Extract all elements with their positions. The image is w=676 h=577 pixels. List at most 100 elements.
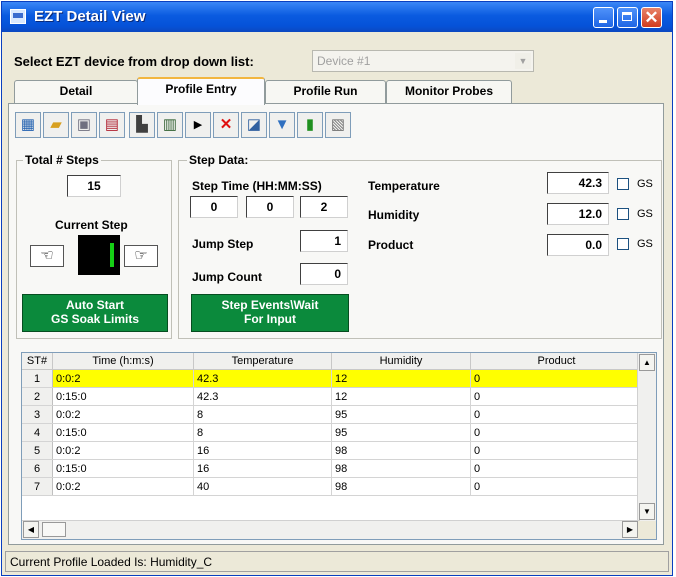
edit-icon[interactable]: ▥ bbox=[157, 112, 183, 138]
cell-product[interactable]: 0 bbox=[470, 441, 643, 460]
column-header-temperature[interactable]: Temperature bbox=[193, 353, 332, 370]
current-step-label: Current Step bbox=[55, 218, 128, 232]
humidity-label: Humidity bbox=[368, 208, 420, 222]
product-gs-label: GS bbox=[637, 238, 653, 250]
humidity-field[interactable]: 12.0 bbox=[547, 203, 609, 225]
product-field[interactable]: 0.0 bbox=[547, 234, 609, 256]
device-dropdown-value: Device #1 bbox=[317, 54, 371, 68]
cell-humidity[interactable]: 98 bbox=[331, 477, 471, 496]
upload-icon[interactable]: ▮ bbox=[297, 112, 323, 138]
delete-icon[interactable]: ✕ bbox=[213, 112, 239, 138]
tab-monitor-probes[interactable]: Monitor Probes bbox=[386, 80, 512, 103]
step-time-minutes-field[interactable]: 0 bbox=[246, 196, 294, 218]
table-row[interactable]: 3 0:0:2 8 95 0 bbox=[22, 405, 643, 424]
maximize-button[interactable] bbox=[617, 7, 638, 28]
cell-temperature[interactable]: 8 bbox=[193, 405, 332, 424]
cell-temperature[interactable]: 40 bbox=[193, 477, 332, 496]
table-row[interactable]: 7 0:0:2 40 98 0 bbox=[22, 477, 643, 496]
open-folder-icon[interactable]: ▰ bbox=[43, 112, 69, 138]
cell-step: 2 bbox=[22, 387, 53, 406]
cell-product[interactable]: 0 bbox=[470, 405, 643, 424]
column-header-time[interactable]: Time (h:m:s) bbox=[52, 353, 194, 370]
save-icon[interactable]: ▣ bbox=[71, 112, 97, 138]
table-row[interactable]: 5 0:0:2 16 98 0 bbox=[22, 441, 643, 460]
auto-start-button[interactable]: Auto Start GS Soak Limits bbox=[22, 294, 168, 332]
cell-humidity[interactable]: 12 bbox=[331, 387, 471, 406]
cell-product[interactable]: 0 bbox=[470, 477, 643, 496]
cell-product[interactable]: 0 bbox=[470, 387, 643, 406]
cell-humidity[interactable]: 98 bbox=[331, 441, 471, 460]
device-dropdown[interactable]: Device #1 ▼ bbox=[312, 50, 534, 72]
chart-icon[interactable]: ◪ bbox=[241, 112, 267, 138]
jump-count-label: Jump Count bbox=[192, 270, 262, 284]
product-label: Product bbox=[368, 238, 414, 252]
cell-product[interactable]: 0 bbox=[470, 423, 643, 442]
column-header-humidity[interactable]: Humidity bbox=[331, 353, 471, 370]
table-row[interactable]: 4 0:15:0 8 95 0 bbox=[22, 423, 643, 442]
step-time-hours-field[interactable]: 0 bbox=[190, 196, 238, 218]
next-step-icon[interactable]: ☞ bbox=[124, 245, 158, 267]
step-events-button[interactable]: Step Events\Wait For Input bbox=[191, 294, 349, 332]
step-time-seconds-field[interactable]: 2 bbox=[300, 196, 348, 218]
step-events-line1: Step Events\Wait bbox=[221, 298, 319, 312]
profile-table[interactable]: ST# Time (h:m:s) Temperature Humidity Pr… bbox=[21, 352, 657, 540]
total-steps-field[interactable]: 15 bbox=[67, 175, 121, 197]
temperature-gs-checkbox[interactable] bbox=[617, 178, 629, 190]
scroll-left-icon[interactable]: ◀ bbox=[23, 521, 39, 538]
cell-temperature[interactable]: 16 bbox=[193, 459, 332, 478]
tab-profile-entry[interactable]: Profile Entry bbox=[137, 77, 265, 105]
previous-step-icon[interactable]: ☜ bbox=[30, 245, 64, 267]
chevron-down-icon[interactable]: ▼ bbox=[515, 53, 531, 69]
horizontal-scroll-thumb[interactable] bbox=[42, 522, 66, 537]
cell-temperature[interactable]: 8 bbox=[193, 423, 332, 442]
cell-product[interactable]: 0 bbox=[470, 369, 643, 388]
cell-humidity[interactable]: 98 bbox=[331, 459, 471, 478]
vertical-scrollbar[interactable]: ▲ ▼ bbox=[637, 353, 656, 521]
cell-time[interactable]: 0:0:2 bbox=[52, 477, 194, 496]
cell-time[interactable]: 0:0:2 bbox=[52, 369, 194, 388]
table-row[interactable]: 1 0:0:2 42.3 12 0 bbox=[22, 369, 643, 388]
tab-detail[interactable]: Detail bbox=[14, 80, 138, 103]
cell-humidity[interactable]: 95 bbox=[331, 423, 471, 442]
total-steps-label: Total # Steps bbox=[23, 153, 101, 167]
status-text: Current Profile Loaded Is: Humidity_C bbox=[10, 555, 213, 569]
download-icon[interactable]: ▼ bbox=[269, 112, 295, 138]
close-button[interactable]: ✕ bbox=[641, 7, 662, 28]
current-step-display bbox=[78, 235, 120, 275]
cell-humidity[interactable]: 95 bbox=[331, 405, 471, 424]
table-icon[interactable]: ▦ bbox=[15, 112, 41, 138]
title-bar[interactable]: EZT Detail View ✕ bbox=[2, 2, 672, 32]
step-data-label: Step Data: bbox=[187, 153, 251, 167]
cell-time[interactable]: 0:15:0 bbox=[52, 459, 194, 478]
minimize-button[interactable] bbox=[593, 7, 614, 28]
save-as-icon[interactable]: ▤ bbox=[99, 112, 125, 138]
cell-humidity[interactable]: 12 bbox=[331, 369, 471, 388]
jump-step-field[interactable]: 1 bbox=[300, 230, 348, 252]
cell-time[interactable]: 0:15:0 bbox=[52, 387, 194, 406]
cell-product[interactable]: 0 bbox=[470, 459, 643, 478]
cell-time[interactable]: 0:15:0 bbox=[52, 423, 194, 442]
horizontal-scrollbar[interactable]: ◀ ▶ bbox=[22, 520, 640, 539]
column-header-product[interactable]: Product bbox=[470, 353, 643, 370]
print-icon[interactable]: ▧ bbox=[325, 112, 351, 138]
cell-time[interactable]: 0:0:2 bbox=[52, 405, 194, 424]
cell-temperature[interactable]: 42.3 bbox=[193, 369, 332, 388]
cell-temperature[interactable]: 42.3 bbox=[193, 387, 332, 406]
scroll-up-icon[interactable]: ▲ bbox=[639, 354, 655, 371]
cell-step: 1 bbox=[22, 369, 53, 388]
cell-temperature[interactable]: 16 bbox=[193, 441, 332, 460]
table-row[interactable]: 6 0:15:0 16 98 0 bbox=[22, 459, 643, 478]
clear-icon[interactable]: ▙ bbox=[129, 112, 155, 138]
column-header-step[interactable]: ST# bbox=[22, 353, 53, 370]
humidity-gs-checkbox[interactable] bbox=[617, 208, 629, 220]
jump-count-field[interactable]: 0 bbox=[300, 263, 348, 285]
product-gs-checkbox[interactable] bbox=[617, 238, 629, 250]
scroll-down-icon[interactable]: ▼ bbox=[639, 503, 655, 520]
play-icon[interactable]: ▶ bbox=[185, 112, 211, 138]
table-row[interactable]: 2 0:15:0 42.3 12 0 bbox=[22, 387, 643, 406]
tab-profile-run[interactable]: Profile Run bbox=[265, 80, 386, 103]
temperature-field[interactable]: 42.3 bbox=[547, 172, 609, 194]
app-icon bbox=[10, 9, 26, 24]
scroll-right-icon[interactable]: ▶ bbox=[622, 521, 638, 538]
cell-time[interactable]: 0:0:2 bbox=[52, 441, 194, 460]
